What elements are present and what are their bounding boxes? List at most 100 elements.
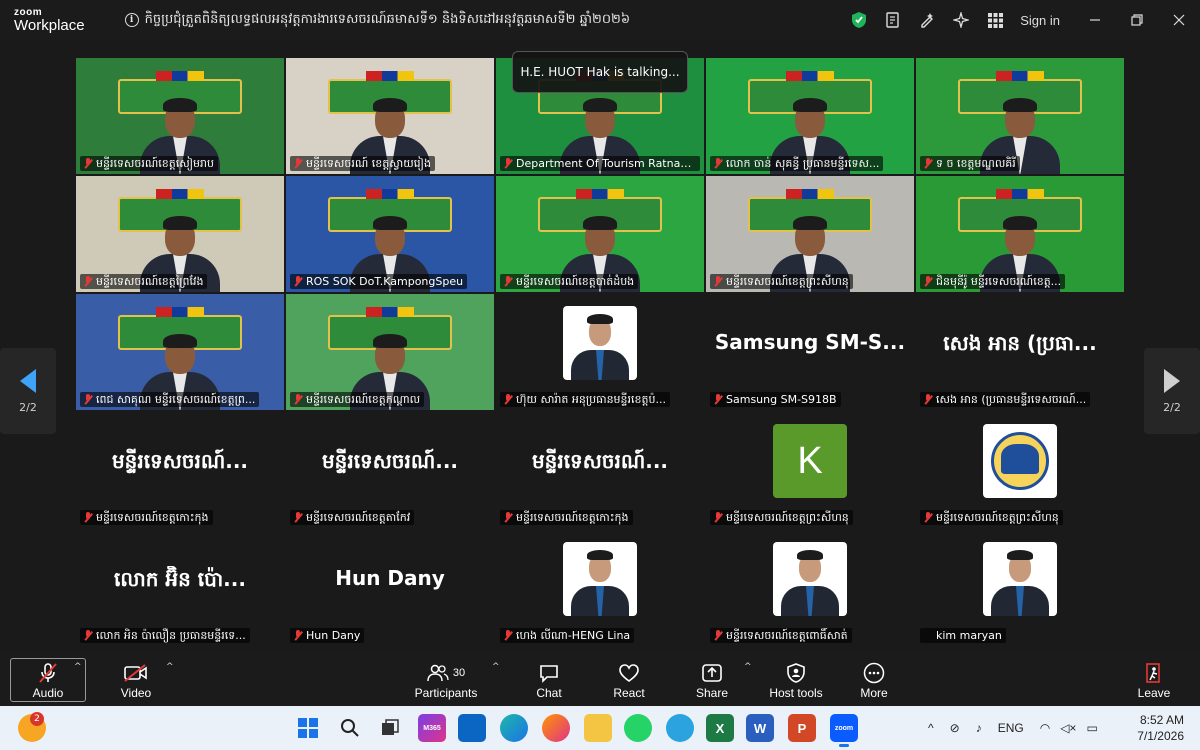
- participant-tile[interactable]: មន្ទីរទេសចរណ៍ខេត្តកណ្តាល: [286, 294, 494, 410]
- participant-tile[interactable]: មន្ទីរទេសចរណ៍... មន្ទីរទេសចរណ៍ខេត្តកោះកុង: [76, 412, 284, 528]
- mic-tray-icon[interactable]: ♪: [976, 721, 982, 735]
- language-indicator[interactable]: ENG: [998, 721, 1024, 735]
- participant-tile[interactable]: សេង អាន (ប្រធា... សេង អាន (ប្រធានមន្ទីរទេ…: [916, 294, 1124, 410]
- profile-photo: [563, 306, 637, 380]
- windows-start-icon[interactable]: [294, 714, 322, 742]
- participant-tile[interactable]: ROS SOK DoT.KampongSpeu: [286, 176, 494, 292]
- battery-icon[interactable]: ▭: [1086, 721, 1097, 735]
- word-icon[interactable]: W: [746, 714, 774, 742]
- video-options-caret-icon[interactable]: ^: [166, 662, 174, 672]
- mic-muted-icon: [713, 158, 723, 169]
- zoom-taskbar-icon[interactable]: zoom: [830, 714, 858, 747]
- participant-name-tag: មន្ទីរទេសចរណ៍ខេត្តសៀមរាប: [80, 156, 218, 171]
- system-tray: ^ ⊘ ♪ ENG ◠ ◁× ▭: [928, 706, 1098, 750]
- next-page-button[interactable]: 2/2: [1144, 348, 1200, 434]
- participant-tile[interactable]: មន្ទីរទេសចរណ៍ខេត្តព្រៃវែង: [76, 176, 284, 292]
- participant-tile[interactable]: មន្ទីរទេសចរណ៍ខេត្តបាត់ដំបង: [496, 176, 704, 292]
- powerpoint-icon[interactable]: P: [788, 714, 816, 742]
- leave-button[interactable]: Leave: [1130, 656, 1178, 702]
- participant-name-tag: ពេជ សាគុណ មន្ទីរទេសចរណ៍ខេត្តព្រ...: [80, 392, 260, 407]
- mic-muted-icon: [83, 158, 93, 169]
- edge-browser-icon[interactable]: [500, 714, 528, 742]
- clock[interactable]: 8:52 AM 7/1/2026: [1137, 712, 1184, 744]
- participant-tile[interactable]: ជិនមុនីរ៉ូ មន្ទីរទេសចរណ៍ខេត្ត...: [916, 176, 1124, 292]
- tray-overflow-icon[interactable]: ^: [928, 721, 934, 735]
- participant-name-tag: មន្ទីរទេសចរណ៍ខេត្តព្រះសីហនុ: [920, 510, 1063, 525]
- participant-tile[interactable]: លោក ចាន់ សុគន្ធី ប្រធានមន្ទីរទេស...: [706, 58, 914, 174]
- participant-tile[interactable]: ពេជ សាគុណ មន្ទីរទេសចរណ៍ខេត្តព្រ...: [76, 294, 284, 410]
- participant-tile[interactable]: ហេង លីណា-HENG Lina: [496, 530, 704, 646]
- participant-tile[interactable]: kim maryan: [916, 530, 1124, 646]
- participant-tile[interactable]: K មន្ទីរទេសចរណ៍ខេត្តព្រះសីហនុ: [706, 412, 914, 528]
- mic-muted-icon: [503, 394, 513, 405]
- participant-tile[interactable]: មន្ទីរទេសចរណ៍ខេត្តព្រះសីហនុ: [916, 412, 1124, 528]
- react-button[interactable]: React: [605, 656, 653, 702]
- volume-muted-icon[interactable]: ◁×: [1060, 721, 1076, 735]
- participant-tile[interactable]: Samsung SM-S... Samsung SM-S918B: [706, 294, 914, 410]
- participant-name-tag: មន្ទីរទេសចរណ៍ខេត្តកោះកុង: [80, 510, 213, 525]
- participant-display-name: មន្ទីរទេសចរណ៍...: [111, 449, 249, 473]
- share-button[interactable]: Share: [688, 656, 736, 702]
- wifi-icon[interactable]: ◠: [1040, 721, 1050, 735]
- share-screen-icon: [701, 660, 723, 686]
- clock-time: 8:52 AM: [1139, 713, 1184, 727]
- page-indicator-right: 2/2: [1163, 400, 1181, 414]
- participants-icon: 30: [427, 660, 465, 686]
- share-caret-icon[interactable]: ^: [744, 662, 752, 672]
- participant-tile[interactable]: មន្ទីរទេសចរណ៍... មន្ទីរទេសចរណ៍ខេត្តតាកែវ: [286, 412, 494, 528]
- m365-app-icon[interactable]: M365: [418, 714, 446, 742]
- restore-icon[interactable]: [1116, 0, 1158, 40]
- participant-tile[interactable]: មន្ទីរទេសចរណ៍ ខេត្តស្វាយរៀង: [286, 58, 494, 174]
- participants-button[interactable]: 30 Participants: [410, 656, 482, 702]
- participant-name: មន្ទីរទេសចរណ៍ ខេត្តស្វាយរៀង: [306, 157, 431, 170]
- participant-name: ROS SOK DoT.KampongSpeu: [306, 275, 464, 288]
- notes-icon[interactable]: [876, 0, 910, 40]
- apps-grid-icon[interactable]: [978, 0, 1012, 40]
- whiteboard-pen-icon[interactable]: [910, 0, 944, 40]
- firefox-browser-icon[interactable]: [542, 714, 570, 742]
- participant-tile[interactable]: Hun Dany Hun Dany: [286, 530, 494, 646]
- video-button[interactable]: Video: [110, 656, 162, 702]
- audio-button[interactable]: Audio: [22, 656, 74, 702]
- store-app-icon[interactable]: [458, 714, 486, 742]
- video-label: Video: [120, 686, 152, 700]
- mic-muted-icon: [293, 512, 303, 523]
- network-off-icon[interactable]: ⊘: [950, 721, 960, 735]
- sign-in-link[interactable]: Sign in: [1020, 13, 1060, 28]
- participant-name-tag: លោក អិន ប៉ាលឿន ប្រធានមន្ទីរទេ...: [80, 628, 250, 643]
- participant-tile[interactable]: ទ ច ខេត្តមណ្ឌលគិរី: [916, 58, 1124, 174]
- participant-tile[interactable]: មន្ទីរទេសចរណ៍ខេត្តព្រះសីហនុ: [706, 176, 914, 292]
- brand-bottom: Workplace: [14, 16, 85, 34]
- ai-companion-icon[interactable]: [944, 0, 978, 40]
- shield-check-icon[interactable]: [842, 0, 876, 40]
- task-view-icon[interactable]: [376, 714, 404, 742]
- participant-name-tag: មន្ទីរទេសចរណ៍ខេត្តតាកែវ: [290, 510, 415, 525]
- excel-icon[interactable]: X: [706, 714, 734, 742]
- minimize-icon[interactable]: [1074, 0, 1116, 40]
- participant-name-tag: kim maryan: [920, 628, 1006, 643]
- participant-tile[interactable]: មន្ទីរទេសចរណ៍ខេត្តសៀមរាប: [76, 58, 284, 174]
- participant-tile[interactable]: ហ៊ុយ សារ៉ាត អនុប្រធានមន្ទីរខេត្តប៉...: [496, 294, 704, 410]
- previous-page-button[interactable]: 2/2: [0, 348, 56, 434]
- whatsapp-icon[interactable]: [624, 714, 652, 742]
- participants-caret-icon[interactable]: ^: [492, 662, 500, 672]
- participant-tile[interactable]: លោក អ៊ិន ប៉ោ... លោក អិន ប៉ាលឿន ប្រធានមន្ទ…: [76, 530, 284, 646]
- telegram-icon[interactable]: [666, 714, 694, 742]
- meeting-info[interactable]: i កិច្ចប្រជុំត្រួតពិនិត្យលទ្ធផលអនុវត្តកា…: [124, 11, 630, 30]
- audio-options-caret-icon[interactable]: ^: [74, 662, 82, 672]
- close-icon[interactable]: [1158, 0, 1200, 40]
- more-button[interactable]: More: [850, 656, 898, 702]
- file-explorer-icon[interactable]: [584, 714, 612, 742]
- flag-strip: [365, 306, 415, 317]
- participant-name: មន្ទីរទេសចរណ៍ខេត្តកោះកុង: [96, 511, 209, 524]
- host-shield-icon: [786, 660, 806, 686]
- chat-button[interactable]: Chat: [525, 656, 573, 702]
- info-icon[interactable]: i: [124, 13, 139, 27]
- participant-tile[interactable]: មន្ទីរទេសចរណ៍ខេត្តពោធិ៍សាត់: [706, 530, 914, 646]
- host-tools-button[interactable]: Host tools: [762, 656, 830, 702]
- profile-photo: [983, 542, 1057, 616]
- search-icon[interactable]: [336, 714, 364, 742]
- participant-name-tag: Department Of Tourism Ratnakiri: [500, 156, 700, 171]
- participant-name: មន្ទីរទេសចរណ៍ខេត្តសៀមរាប: [96, 157, 214, 170]
- participant-tile[interactable]: មន្ទីរទេសចរណ៍... មន្ទីរទេសចរណ៍ខេត្តកោះកុង: [496, 412, 704, 528]
